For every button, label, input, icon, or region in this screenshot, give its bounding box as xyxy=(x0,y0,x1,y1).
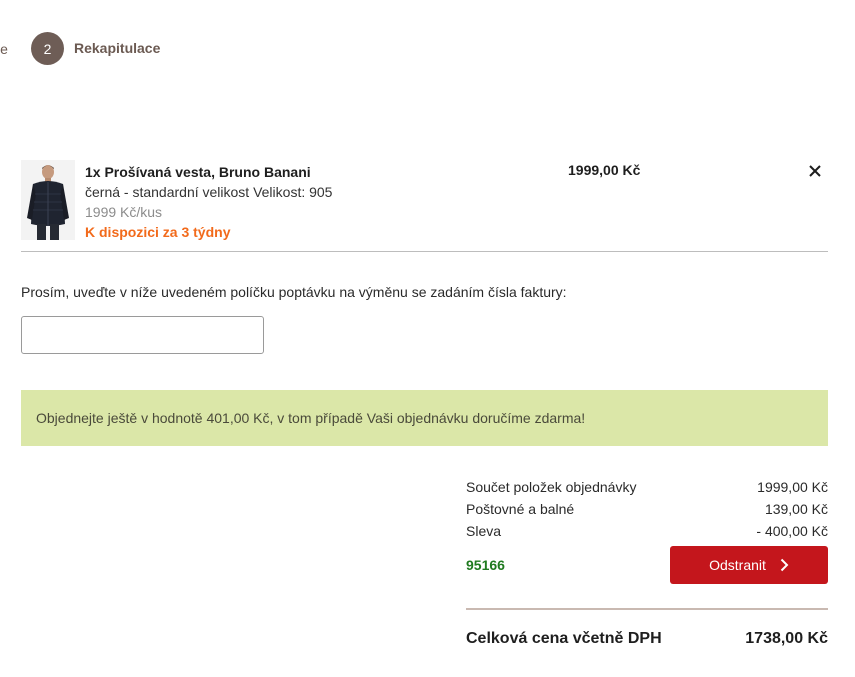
remove-item-button[interactable] xyxy=(807,163,823,179)
coupon-row: 95166 Odstranit xyxy=(466,546,828,584)
free-shipping-text: Objednejte ještě v hodnotě 401,00 Kč, v … xyxy=(36,410,586,426)
product-title[interactable]: 1x Prošívaná vesta, Bruno Banani xyxy=(85,162,332,182)
step-number-badge: 2 xyxy=(31,32,64,65)
product-variant: černá - standardní velikost Velikost: 90… xyxy=(85,184,333,200)
summary-divider xyxy=(466,608,828,610)
exchange-request-input[interactable] xyxy=(21,316,264,354)
summary-value: 139,00 Kč xyxy=(764,501,828,517)
total-row: Celková cena včetně DPH 1738,00 Kč xyxy=(466,630,828,648)
order-summary: Součet položek objednávky 1999,00 Kč Poš… xyxy=(466,478,828,648)
product-unit-price: 1999 Kč/kus xyxy=(85,204,163,220)
step-current-label: Rekapitulace xyxy=(74,40,161,56)
chevron-right-icon xyxy=(780,558,789,572)
summary-label: Sleva xyxy=(466,523,502,539)
product-image[interactable] xyxy=(21,160,75,240)
remove-coupon-button[interactable]: Odstranit xyxy=(670,546,828,584)
cart-item-row: 1x Prošívaná vesta, Bruno Banani černá -… xyxy=(21,160,828,252)
free-shipping-notice: Objednejte ještě v hodnotě 401,00 Kč, v … xyxy=(21,390,828,446)
summary-row-discount: Sleva - 400,00 Kč xyxy=(466,522,828,544)
summary-row-subtotal: Součet položek objednávky 1999,00 Kč xyxy=(466,478,828,500)
total-label: Celková cena včetně DPH xyxy=(466,630,662,647)
summary-value: 1999,00 Kč xyxy=(757,479,828,495)
step-previous-label[interactable]: je xyxy=(0,41,8,57)
close-icon xyxy=(809,165,821,177)
summary-row-shipping: Poštovné a balné 139,00 Kč xyxy=(466,500,828,522)
product-price: 1999,00 Kč xyxy=(568,162,641,178)
summary-label: Poštovné a balné xyxy=(466,501,575,517)
product-photo-icon xyxy=(21,160,75,240)
summary-label: Součet položek objednávky xyxy=(466,479,637,495)
remove-coupon-label: Odstranit xyxy=(709,557,766,573)
coupon-code: 95166 xyxy=(466,557,505,573)
summary-value: - 400,00 Kč xyxy=(756,523,828,539)
product-info: 1x Prošívaná vesta, Bruno Banani černá -… xyxy=(85,162,332,242)
product-availability: K dispozici za 3 týdny xyxy=(85,224,231,240)
exchange-request-label: Prosím, uveďte v níže uvedeném políčku p… xyxy=(21,284,567,300)
total-value: 1738,00 Kč xyxy=(745,630,828,647)
